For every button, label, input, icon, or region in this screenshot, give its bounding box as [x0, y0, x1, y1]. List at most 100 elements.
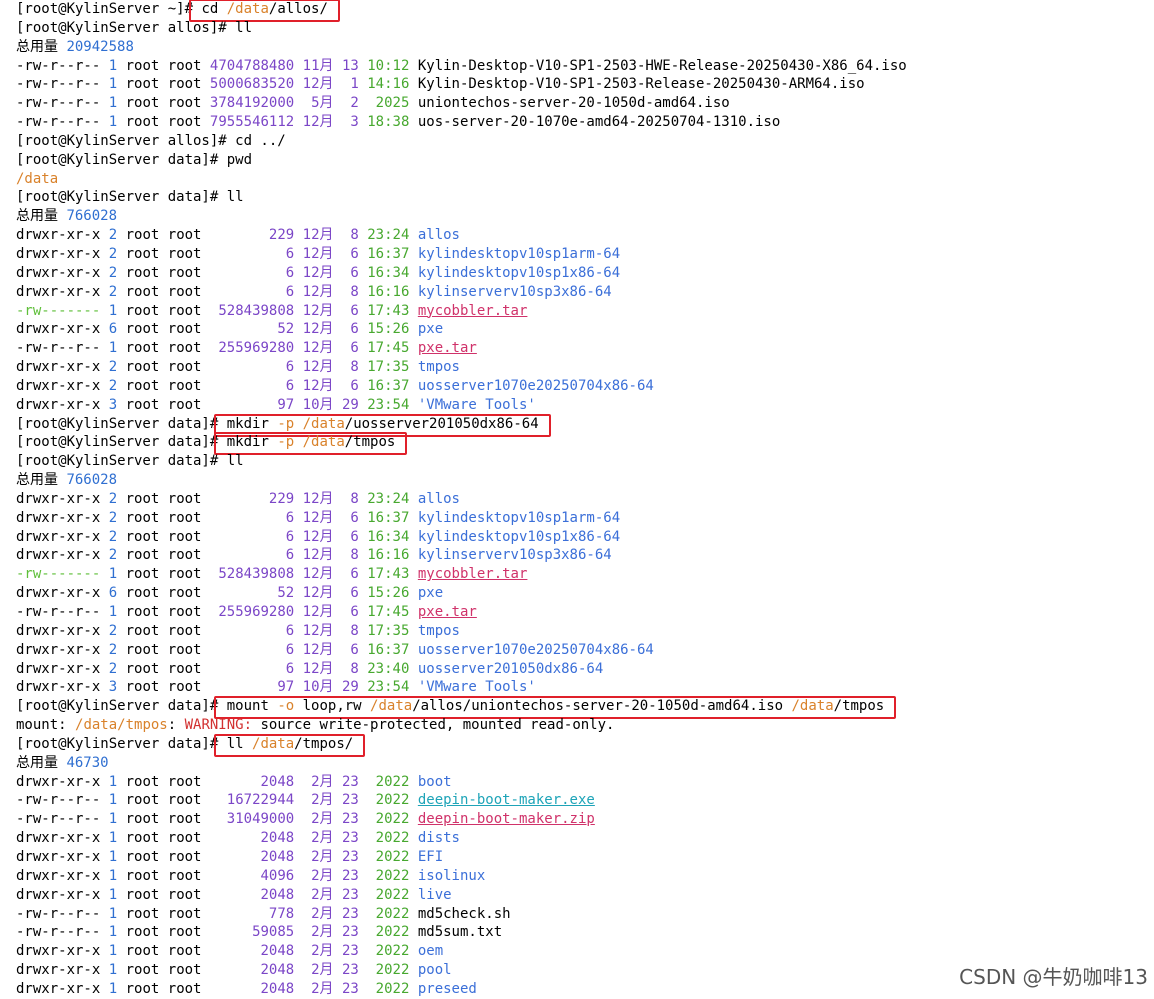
command-text: /tmpos — [833, 698, 885, 715]
file-permissions: drwxr-xr-x — [16, 585, 101, 602]
prompt-line: [root@KylinServer data]# pwd — [16, 151, 1146, 170]
link-count: 2 — [108, 660, 118, 677]
file-size: 229 — [209, 227, 295, 244]
file-time: 2022 — [367, 886, 410, 903]
listing-row: drwxr-xr-x 2 root root 6 12月 6 16:34 kyl… — [16, 528, 1146, 547]
file-size: 59085 — [209, 924, 295, 941]
command-input: ll — [218, 189, 244, 205]
command-option: -o — [277, 698, 295, 715]
file-month: 12月 — [302, 585, 334, 602]
file-name: isolinux — [417, 867, 486, 884]
file-size: 2048 — [209, 830, 295, 847]
file-name: kylindesktopv10sp1arm-64 — [417, 509, 621, 526]
file-day: 29 — [341, 396, 359, 413]
file-permissions: drwxr-xr-x — [16, 359, 101, 376]
link-count: 1 — [108, 905, 118, 922]
command-path: /data — [791, 698, 834, 715]
file-day: 6 — [341, 604, 359, 620]
listing-row: drwxr-xr-x 1 root root 2048 2月 23 2022 b… — [16, 773, 1146, 792]
link-count: 1 — [108, 604, 118, 620]
file-permissions: drwxr-xr-x — [16, 679, 101, 696]
file-permissions: drwxr-xr-x — [16, 283, 101, 300]
file-group: root — [167, 340, 202, 357]
file-size: 6 — [209, 283, 295, 300]
file-day: 23 — [341, 848, 359, 865]
command-text: mkdir — [218, 415, 269, 432]
file-name: tmpos — [417, 622, 460, 639]
total-value: 766028 — [66, 472, 118, 489]
command-path: /data — [302, 415, 345, 432]
file-time: 16:37 — [367, 509, 410, 526]
file-name: uosserver1070e20250704x86-64 — [417, 641, 654, 658]
file-size: 6 — [209, 660, 295, 677]
terminal-output[interactable]: [root@KylinServer ~]# cd /data/allos/[ro… — [16, 0, 1146, 999]
file-owner: root — [125, 509, 160, 526]
file-size: 97 — [209, 679, 295, 696]
command-text: /uosserver201050dx86-64 — [344, 415, 539, 432]
total-value: 46730 — [66, 754, 109, 771]
file-day: 23 — [341, 792, 359, 809]
file-time: 2022 — [367, 792, 410, 809]
shell-prompt: [root@KylinServer ~]# — [16, 1, 194, 17]
file-time: 2022 — [367, 943, 410, 960]
listing-row: drwxr-xr-x 6 root root 52 12月 6 15:26 px… — [16, 584, 1146, 603]
file-size: 528439808 — [209, 566, 295, 583]
file-name: live — [417, 886, 452, 903]
file-group: root — [167, 57, 202, 74]
total-line: 总用量 20942588 — [16, 38, 1146, 57]
file-time: 17:43 — [367, 302, 410, 319]
command-input: ll — [227, 20, 252, 36]
link-count: 1 — [108, 811, 118, 828]
file-permissions: drwxr-xr-x — [16, 528, 101, 545]
file-permissions: drwxr-xr-x — [16, 943, 101, 960]
file-group: root — [167, 660, 202, 677]
file-day: 23 — [341, 980, 359, 997]
command-input: cd ../ — [227, 133, 286, 149]
file-owner: root — [125, 76, 160, 93]
command-text: ll — [218, 453, 244, 470]
link-count: 2 — [108, 622, 118, 639]
link-count: 1 — [108, 848, 118, 865]
file-group: root — [167, 509, 202, 526]
file-time: 18:38 — [367, 114, 410, 131]
file-group: root — [167, 848, 202, 865]
file-owner: root — [125, 585, 160, 602]
